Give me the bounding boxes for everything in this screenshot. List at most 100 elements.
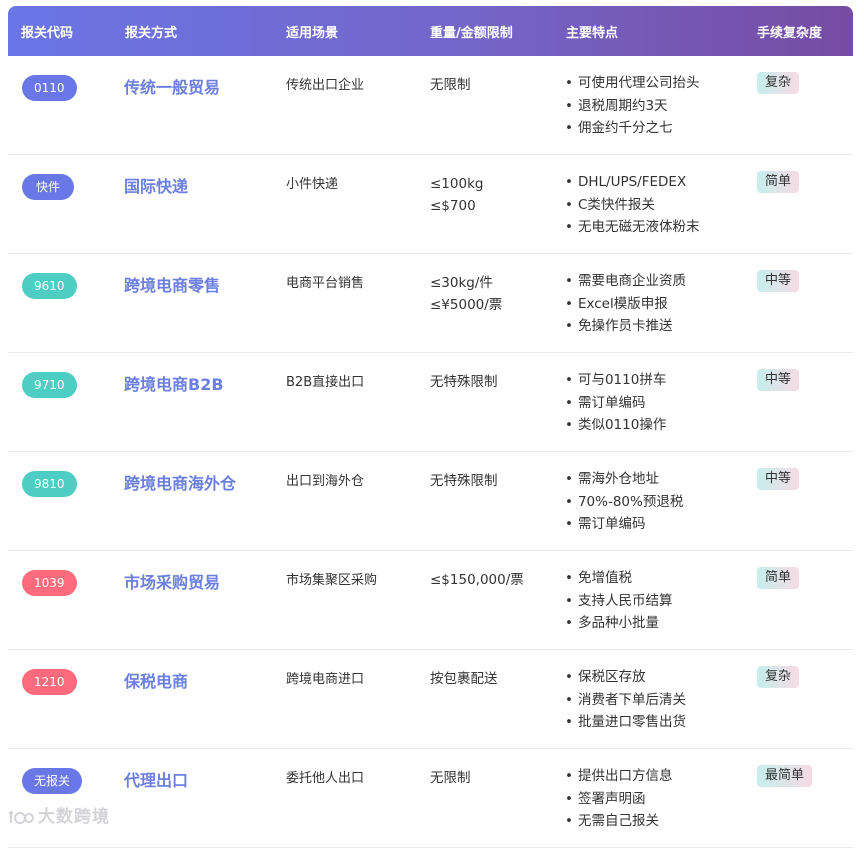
method-name: 跨境电商零售: [124, 276, 221, 295]
watermark: 大数跨境: [8, 802, 110, 827]
feature-item: 需海外仓地址: [565, 468, 683, 491]
limit-cell: 按包裹配送: [430, 668, 498, 690]
header-code: 报关代码: [21, 26, 74, 41]
feature-item: 需订单编码: [565, 513, 683, 536]
method-name: 保税电商: [124, 672, 189, 691]
table-row: 0110 传统一般贸易 传统出口企业 无限制 可使用代理公司抬头退税周期约3天佣金约千分…: [8, 56, 853, 155]
limit-text: ≤30kg/件: [430, 275, 493, 291]
method-name: 跨境电商海外仓: [124, 474, 237, 493]
scene-text: 电商平台销售: [286, 276, 365, 291]
feature-list: 可与0110拼车需订单编码类似0110操作: [565, 369, 666, 437]
code-badge: 快件: [22, 174, 74, 200]
limit-text: ≤¥5000/票: [430, 297, 503, 313]
limit-cell: 无特殊限制: [430, 371, 498, 393]
scene-text: 出口到海外仓: [286, 474, 365, 489]
feature-item: 可使用代理公司抬头: [565, 72, 700, 95]
code-badge: 9610: [22, 273, 77, 299]
limit-text: ≤$700: [430, 198, 476, 214]
limit-cell: ≤30kg/件 ≤¥5000/票: [430, 272, 502, 316]
limit-cell: 无限制: [430, 767, 471, 789]
feature-list: DHL/UPS/FEDEXC类快件报关无电无磁无液体粉末: [565, 171, 700, 239]
scene-text: 小件快递: [286, 177, 339, 192]
watermark-text: 大数跨境: [38, 807, 110, 827]
complexity-tag: 复杂: [757, 666, 800, 688]
limit-cell: 无特殊限制: [430, 470, 498, 492]
watermark-logo-icon: [9, 811, 34, 824]
complexity-tag: 简单: [757, 171, 800, 193]
code-badge: 1210: [22, 669, 77, 695]
complexity-tag: 复杂: [757, 72, 800, 94]
complexity-tag: 中等: [757, 369, 800, 391]
feature-item: 类似0110操作: [565, 414, 666, 437]
complexity-tag: 简单: [757, 567, 800, 589]
method-name: 代理出口: [124, 771, 189, 790]
feature-list: 需海外仓地址70%-80%预退税需订单编码: [565, 468, 683, 536]
feature-item: 可与0110拼车: [565, 369, 666, 392]
feature-list: 提供出口方信息签署声明函无需自己报关: [565, 765, 673, 833]
feature-item: 佣金约千分之七: [565, 117, 699, 140]
method-name: 传统一般贸易: [124, 78, 221, 97]
code-badge: 9710: [22, 372, 77, 398]
feature-list: 保税区存放消费者下单后清关批量进口零售出货: [565, 666, 686, 734]
feature-item: 免增值税: [565, 567, 672, 590]
header-limit: 重量/金额限制: [430, 26, 513, 41]
scene-text: 跨境电商进口: [286, 672, 365, 687]
limit-text: ≤100kg: [430, 176, 484, 192]
limit-text: 无限制: [430, 77, 471, 93]
scene-text: 传统出口企业: [286, 78, 365, 93]
feature-item: DHL/UPS/FEDEX: [565, 171, 699, 194]
feature-item: C类快件报关: [565, 194, 699, 217]
feature-item: 需订单编码: [565, 392, 666, 415]
table-row: 1210 保税电商 跨境电商进口 按包裹配送 保税区存放消费者下单后清关批量进口零售出货…: [8, 650, 853, 749]
code-badge: 1039: [22, 570, 77, 596]
scene-text: 委托他人出口: [286, 771, 365, 786]
feature-list: 可使用代理公司抬头退税周期约3天佣金约千分之七: [565, 72, 700, 140]
limit-text: 无特殊限制: [430, 473, 498, 489]
header-method: 报关方式: [125, 26, 178, 41]
feature-item: 70%-80%预退税: [565, 491, 683, 514]
feature-item: 需要电商企业资质: [565, 270, 686, 293]
code-badge: 9810: [22, 471, 77, 497]
limit-text: ≤$150,000/票: [430, 572, 524, 588]
limit-cell: 无限制: [430, 74, 471, 96]
method-name: 市场采购贸易: [124, 573, 221, 592]
complexity-tag: 中等: [757, 270, 800, 292]
limit-cell: ≤$150,000/票: [430, 569, 524, 591]
scene-text: B2B直接出口: [286, 375, 365, 390]
feature-item: 保税区存放: [565, 666, 686, 689]
table-header: 报关代码 报关方式 适用场景 重量/金额限制 主要特点 手续复杂度: [8, 6, 853, 56]
header-features: 主要特点: [566, 26, 619, 41]
header-scene: 适用场景: [286, 26, 339, 41]
method-name: 国际快递: [124, 177, 189, 196]
feature-item: 支持人民币结算: [565, 590, 673, 613]
feature-item: 退税周期约3天: [565, 95, 699, 118]
customs-comparison-table: 报关代码 报关方式 适用场景 重量/金额限制 主要特点 手续复杂度 0110 传统…: [8, 6, 853, 848]
method-name: 跨境电商B2B: [124, 375, 224, 394]
code-badge: 0110: [22, 75, 77, 101]
feature-item: 免操作员卡推送: [565, 315, 686, 338]
complexity-tag: 最简单: [757, 765, 813, 787]
limit-text: 无限制: [430, 770, 471, 786]
feature-item: Excel模版申报: [565, 293, 686, 316]
limit-text: 按包裹配送: [430, 671, 498, 687]
feature-item: 无电无磁无液体粉末: [565, 216, 700, 239]
limit-text: 无特殊限制: [430, 374, 498, 390]
table-row: 无报关 代理出口 委托他人出口 无限制 提供出口方信息签署声明函无需自己报关 最简单: [8, 749, 853, 848]
feature-list: 免增值税支持人民币结算多品种小批量: [565, 567, 673, 635]
header-complexity: 手续复杂度: [757, 26, 823, 41]
table-body: 0110传统一般贸易传统出口企业无限制可使用代理公司抬头退税周期约3天佣金约千分…: [8, 56, 853, 848]
limit-cell: ≤100kg ≤$700: [430, 173, 483, 217]
feature-item: 批量进口零售出货: [565, 711, 686, 734]
table-row: 9810 跨境电商海外仓 出口到海外仓 无特殊限制 需海外仓地址70%-80%预退税需订…: [8, 452, 853, 551]
scene-text: 市场集聚区采购: [286, 573, 378, 588]
table-row: 9610 跨境电商零售 电商平台销售 ≤30kg/件 ≤¥5000/票 需要电商企业资质E…: [8, 254, 853, 353]
table-row: 1039 市场采购贸易 市场集聚区采购 ≤$150,000/票 免增值税支持人民币结算多…: [8, 551, 853, 650]
table-row: 快件 国际快递 小件快递 ≤100kg ≤$700 DHL/UPS/FEDEXC类快件报关…: [8, 155, 853, 254]
code-badge: 无报关: [22, 768, 83, 794]
feature-item: 消费者下单后清关: [565, 689, 686, 712]
feature-item: 无需自己报关: [565, 810, 672, 833]
table-row: 9710 跨境电商B2B B2B直接出口 无特殊限制 可与0110拼车需订单编码类似01…: [8, 353, 853, 452]
complexity-tag: 中等: [757, 468, 800, 490]
feature-item: 提供出口方信息: [565, 765, 673, 788]
feature-item: 签署声明函: [565, 788, 672, 811]
